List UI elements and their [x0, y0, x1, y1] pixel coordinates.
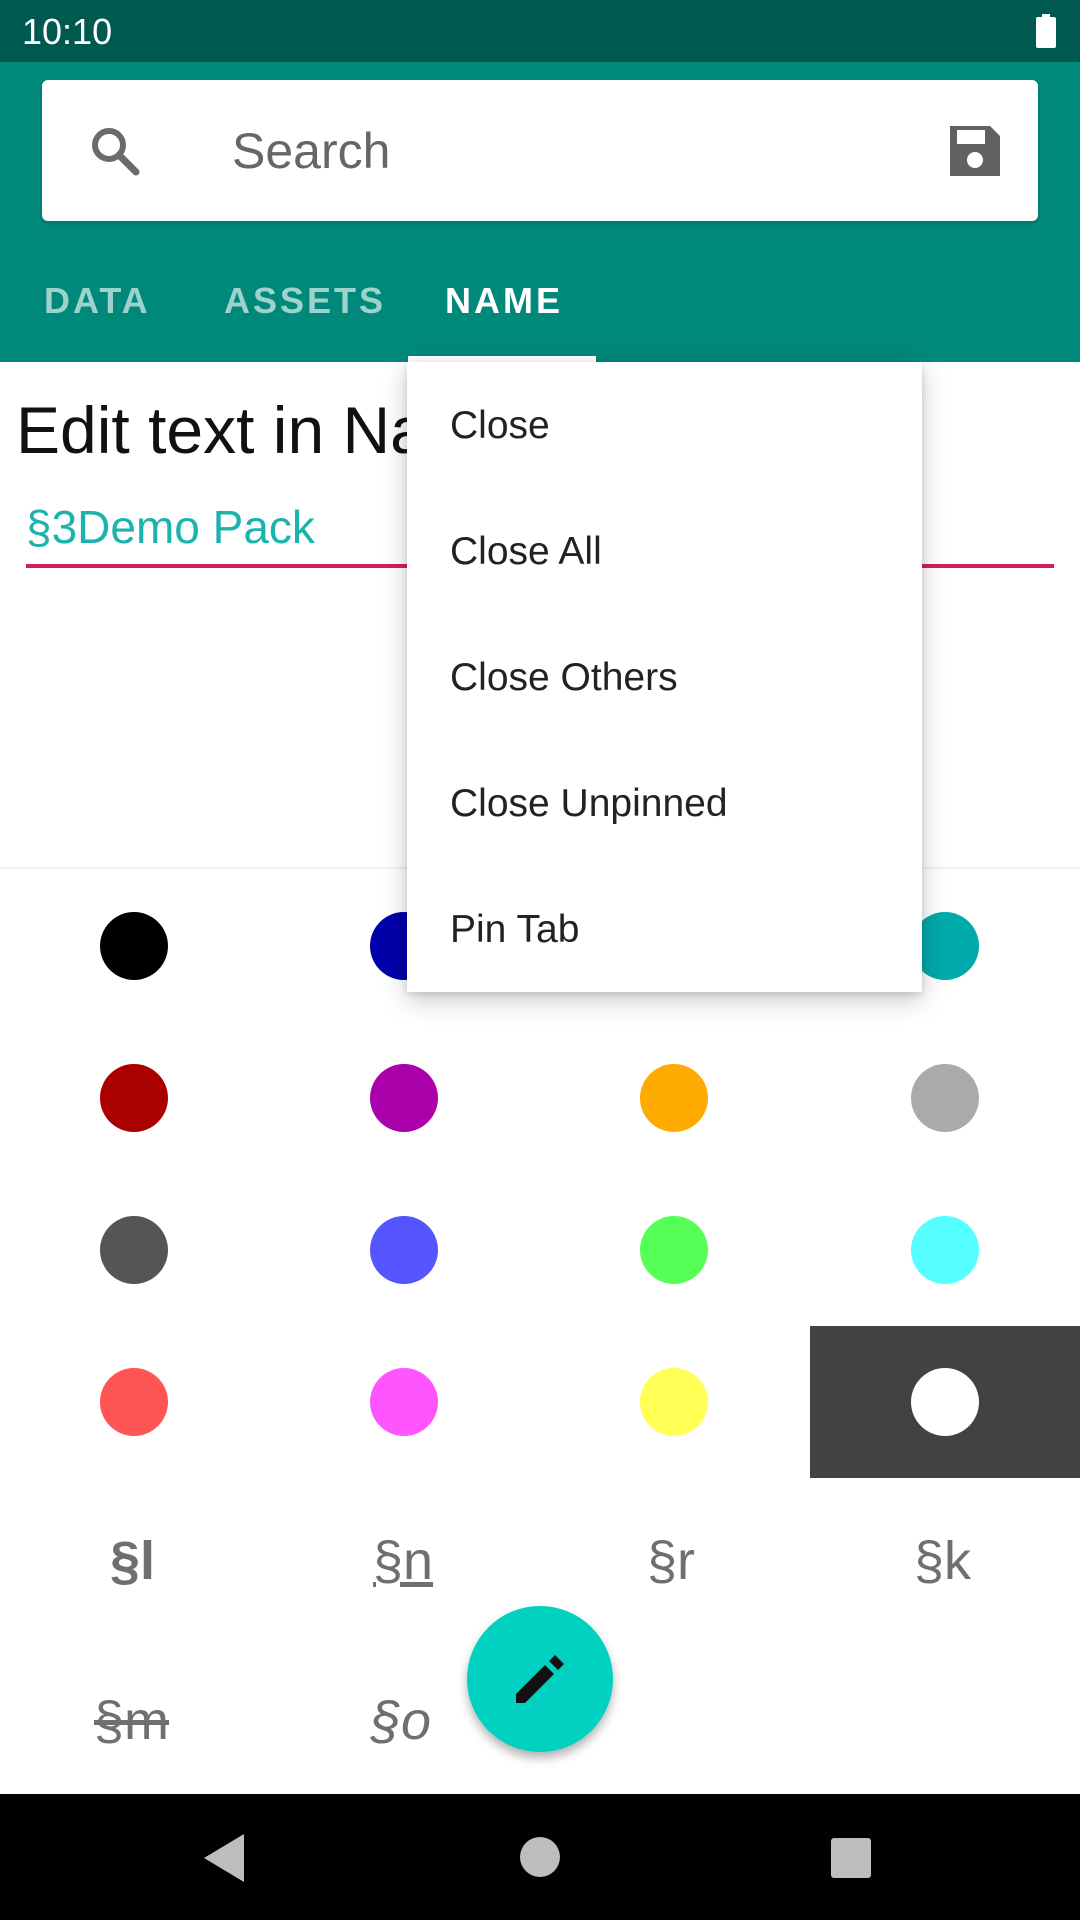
color-swatch[interactable]: [100, 1064, 168, 1132]
menu-item-close-all[interactable]: Close All: [450, 530, 602, 574]
search-icon[interactable]: [88, 124, 142, 178]
menu-item-pin-tab[interactable]: Pin Tab: [450, 908, 579, 952]
status-time: 10:10: [22, 11, 113, 52]
color-swatch[interactable]: [370, 1368, 438, 1436]
pencil-icon: [516, 1655, 564, 1703]
format-reset[interactable]: §r: [647, 1530, 695, 1592]
search-bar[interactable]: [42, 80, 1038, 221]
menu-item-close[interactable]: Close: [450, 404, 550, 448]
edit-fab[interactable]: [467, 1606, 613, 1752]
tab-name[interactable]: NAME: [445, 280, 563, 322]
color-swatch[interactable]: [100, 912, 168, 980]
format-bold[interactable]: §l: [110, 1530, 155, 1592]
color-swatch[interactable]: [100, 1216, 168, 1284]
back-icon[interactable]: [202, 1832, 248, 1884]
color-swatch[interactable]: [640, 1368, 708, 1436]
color-swatch[interactable]: [370, 1064, 438, 1132]
page-title: Edit text in Na: [16, 393, 427, 467]
search-input[interactable]: Search: [232, 122, 390, 180]
format-strikethrough[interactable]: §m: [94, 1690, 169, 1752]
menu-item-close-others[interactable]: Close Others: [450, 656, 678, 700]
color-swatch[interactable]: [911, 1368, 979, 1436]
tab-data[interactable]: DATA: [44, 280, 151, 322]
color-swatch[interactable]: [370, 1216, 438, 1284]
format-obfuscated[interactable]: §k: [914, 1530, 971, 1592]
format-italic[interactable]: §o: [371, 1690, 431, 1752]
battery-icon: [1036, 14, 1056, 48]
menu-item-close-unpinned[interactable]: Close Unpinned: [450, 782, 728, 826]
color-swatch[interactable]: [640, 1216, 708, 1284]
status-bar: 10:10: [0, 0, 1080, 62]
save-icon[interactable]: [946, 122, 1004, 180]
format-underline[interactable]: §n: [373, 1530, 433, 1592]
recents-icon[interactable]: [831, 1838, 871, 1878]
color-swatch[interactable]: [100, 1368, 168, 1436]
color-swatch[interactable]: [911, 1216, 979, 1284]
name-text-field[interactable]: §3Demo Pack: [26, 500, 315, 554]
context-menu: Close Close All Close Others Close Unpin…: [407, 362, 922, 992]
tab-assets[interactable]: ASSETS: [224, 280, 386, 322]
home-icon[interactable]: [520, 1837, 560, 1877]
color-swatch[interactable]: [640, 1064, 708, 1132]
color-swatch[interactable]: [911, 1064, 979, 1132]
